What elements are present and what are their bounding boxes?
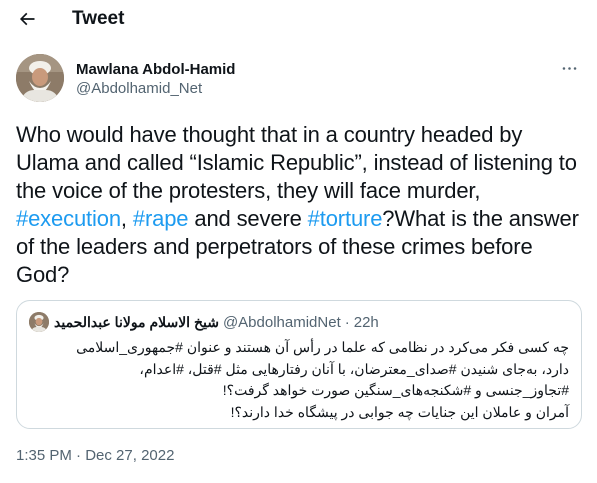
tweet-text-part: , bbox=[120, 206, 133, 231]
author-handle[interactable]: @Abdolhamid_Net bbox=[76, 79, 235, 98]
tweet-time[interactable]: 1:35 PM bbox=[16, 447, 72, 464]
more-horizontal-icon bbox=[562, 66, 576, 70]
page-title: Tweet bbox=[72, 8, 125, 29]
tweet-meta: 1:35 PM · Dec 27, 2022 bbox=[16, 447, 174, 464]
quoted-tweet-text: چه کسی فکر می‌کرد در نظامی که علما در رأ… bbox=[27, 337, 569, 423]
tweet-text: Who would have thought that in a country… bbox=[16, 121, 586, 289]
quoted-author-name[interactable]: شیخ الاسلام مولانا عبدالحمید bbox=[54, 314, 219, 331]
hashtag-rape[interactable]: #rape bbox=[133, 206, 189, 231]
author-names: Mawlana Abdol-Hamid @Abdolhamid_Net bbox=[76, 60, 235, 98]
tweet-author: Mawlana Abdol-Hamid @Abdolhamid_Net bbox=[16, 54, 581, 104]
quoted-text-line: دارد، به‌جای شنیدن #صدای_معترضان، با آنا… bbox=[139, 360, 569, 377]
quoted-timestamp[interactable]: 22h bbox=[354, 314, 379, 331]
quoted-text-line: #تجاوز_جنسی و #شکنجه‌های_سنگین صورت خواه… bbox=[222, 382, 569, 398]
avatar[interactable] bbox=[16, 54, 64, 102]
tweet-text-part: and severe bbox=[188, 206, 308, 231]
quoted-separator: · bbox=[344, 313, 350, 331]
arrow-left-icon bbox=[19, 12, 35, 26]
avatar-image bbox=[16, 54, 64, 102]
quoted-tweet[interactable]: شیخ الاسلام مولانا عبدالحمید @Abdolhamid… bbox=[16, 300, 582, 429]
more-button[interactable] bbox=[557, 56, 581, 80]
quoted-avatar-image bbox=[29, 312, 49, 332]
hashtag-torture[interactable]: #torture bbox=[308, 206, 383, 231]
hashtag-execution[interactable]: #execution bbox=[16, 206, 121, 231]
tweet-text-part: Who would have thought that in a country… bbox=[16, 122, 577, 203]
meta-separator: · bbox=[76, 447, 82, 464]
author-name[interactable]: Mawlana Abdol-Hamid bbox=[76, 60, 235, 79]
back-button[interactable] bbox=[12, 4, 42, 34]
quoted-author-handle[interactable]: @AbdolhamidNet bbox=[223, 314, 341, 331]
quoted-text-line: چه کسی فکر می‌کرد در نظامی که علما در رأ… bbox=[76, 339, 569, 355]
quoted-text-line: آمران و عاملان این جنایات چه جوابی در پی… bbox=[230, 403, 569, 420]
header: Tweet bbox=[0, 0, 597, 38]
quoted-tweet-header: شیخ الاسلام مولانا عبدالحمید @Abdolhamid… bbox=[29, 312, 379, 332]
tweet-date[interactable]: Dec 27, 2022 bbox=[85, 447, 174, 464]
quoted-avatar[interactable] bbox=[29, 312, 49, 332]
